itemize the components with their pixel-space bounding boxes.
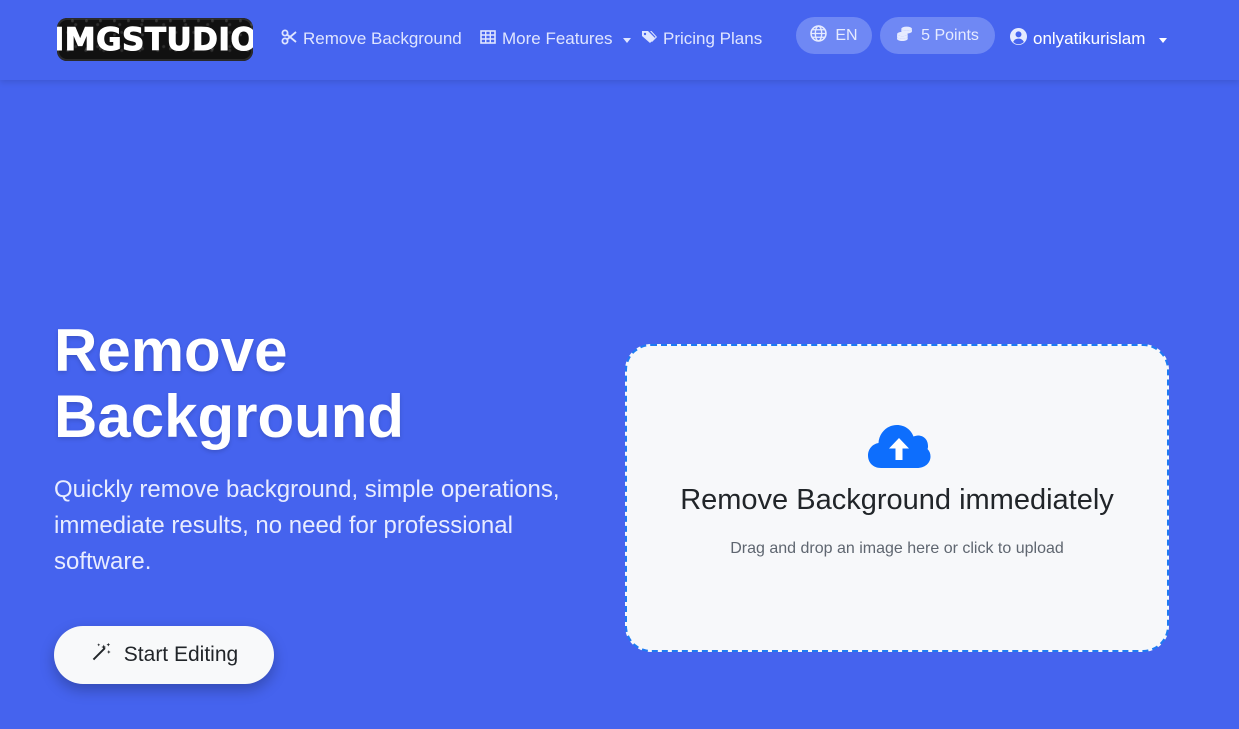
language-label: EN xyxy=(835,26,858,44)
start-editing-button[interactable]: Start Editing xyxy=(54,626,274,684)
scissors-icon xyxy=(281,29,297,50)
nav-dropdown-more-features[interactable]: More Features xyxy=(480,27,631,51)
upload-hint: Drag and drop an image here or click to … xyxy=(730,540,1064,557)
points-label: 5 Points xyxy=(921,26,979,44)
magic-wand-icon xyxy=(90,641,112,669)
hero-subtitle: Quickly remove background, simple operat… xyxy=(54,476,560,575)
navbar: IMGSTUDIO Remove Background More Feature… xyxy=(0,0,1239,80)
coins-icon xyxy=(896,25,913,47)
user-menu[interactable]: onlyatikurislam xyxy=(1010,27,1168,51)
points-button[interactable]: 5 Points xyxy=(880,17,995,54)
hero-title: Remove Background xyxy=(54,317,405,450)
globe-icon xyxy=(810,24,828,47)
tags-icon xyxy=(641,29,657,50)
cloud-upload-icon xyxy=(867,422,931,470)
brand-logo-text: IMGSTUDIO xyxy=(57,21,253,58)
upload-dropzone[interactable]: Remove Background immediately Drag and d… xyxy=(625,344,1169,652)
nav-link-label: More Features xyxy=(502,29,613,48)
brand-logo[interactable]: IMGSTUDIO xyxy=(57,18,253,61)
start-editing-label: Start Editing xyxy=(123,643,239,666)
user-name: onlyatikurislam xyxy=(1033,29,1146,48)
upload-title: Remove Background immediately xyxy=(680,484,1114,516)
nav-link-label: Pricing Plans xyxy=(663,29,763,48)
caret-down-icon xyxy=(1159,37,1168,43)
language-button[interactable]: EN xyxy=(796,17,872,54)
user-circle-icon xyxy=(1010,28,1027,50)
nav-link-pricing-plans[interactable]: Pricing Plans xyxy=(641,27,762,51)
nav-link-label: Remove Background xyxy=(303,29,462,48)
grid-icon xyxy=(480,29,496,50)
caret-down-icon xyxy=(622,37,631,43)
nav-link-remove-background[interactable]: Remove Background xyxy=(281,27,462,51)
